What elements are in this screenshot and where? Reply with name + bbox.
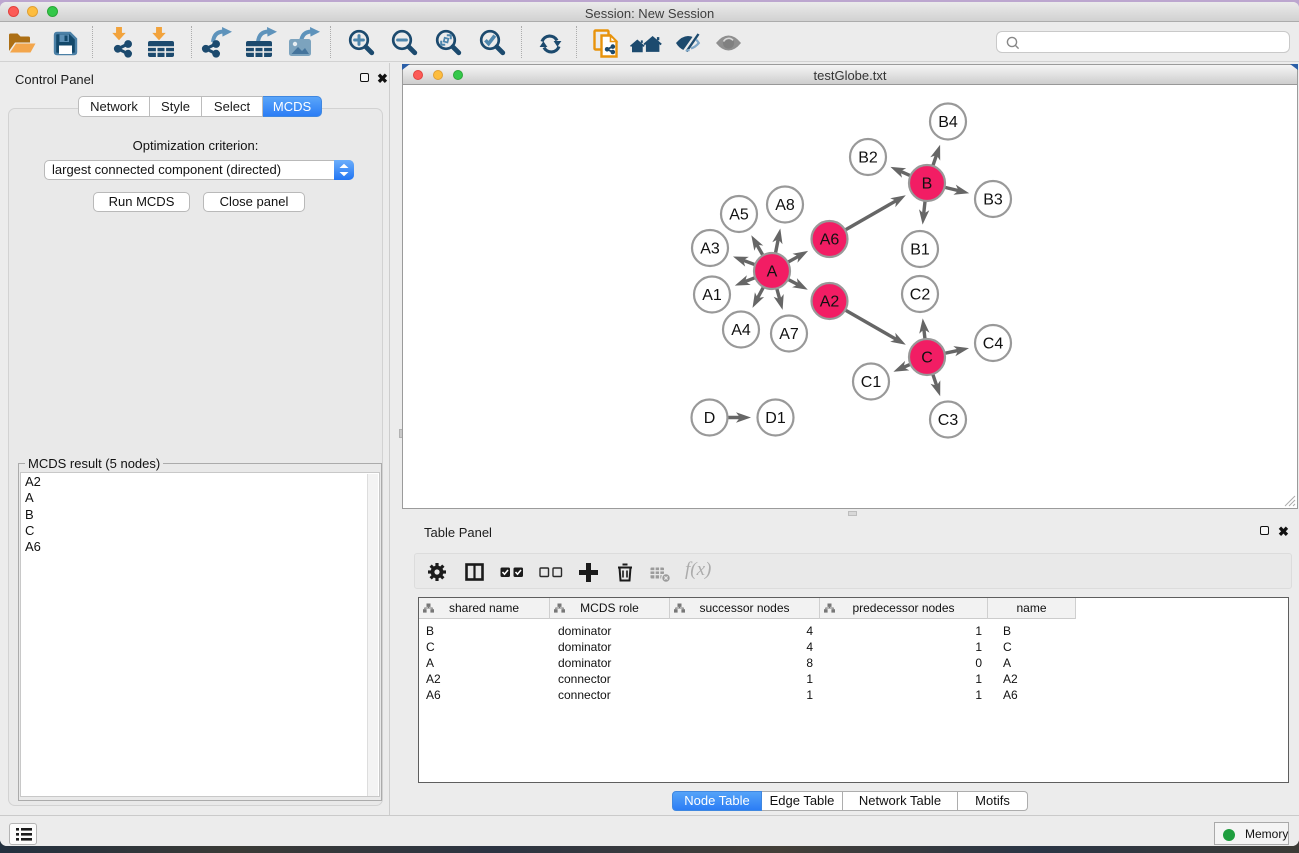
svg-text:B4: B4 (938, 114, 958, 131)
svg-text:C4: C4 (983, 336, 1004, 353)
svg-text:B2: B2 (858, 150, 878, 167)
svg-text:A: A (767, 264, 778, 281)
svg-text:A2: A2 (820, 294, 840, 311)
svg-text:A7: A7 (779, 326, 799, 343)
svg-text:A6: A6 (820, 232, 840, 249)
svg-text:D1: D1 (765, 410, 786, 427)
svg-text:C1: C1 (861, 374, 882, 391)
svg-text:C2: C2 (910, 287, 931, 304)
svg-text:C3: C3 (938, 412, 959, 429)
svg-text:B1: B1 (910, 242, 930, 259)
svg-text:A1: A1 (702, 287, 722, 304)
svg-text:A4: A4 (731, 322, 751, 339)
svg-text:D: D (704, 410, 716, 427)
svg-text:A5: A5 (729, 207, 749, 224)
svg-text:B: B (922, 176, 933, 193)
svg-text:A3: A3 (700, 241, 720, 258)
svg-text:B3: B3 (983, 192, 1003, 209)
svg-text:C: C (921, 350, 933, 367)
svg-text:A8: A8 (775, 197, 795, 214)
